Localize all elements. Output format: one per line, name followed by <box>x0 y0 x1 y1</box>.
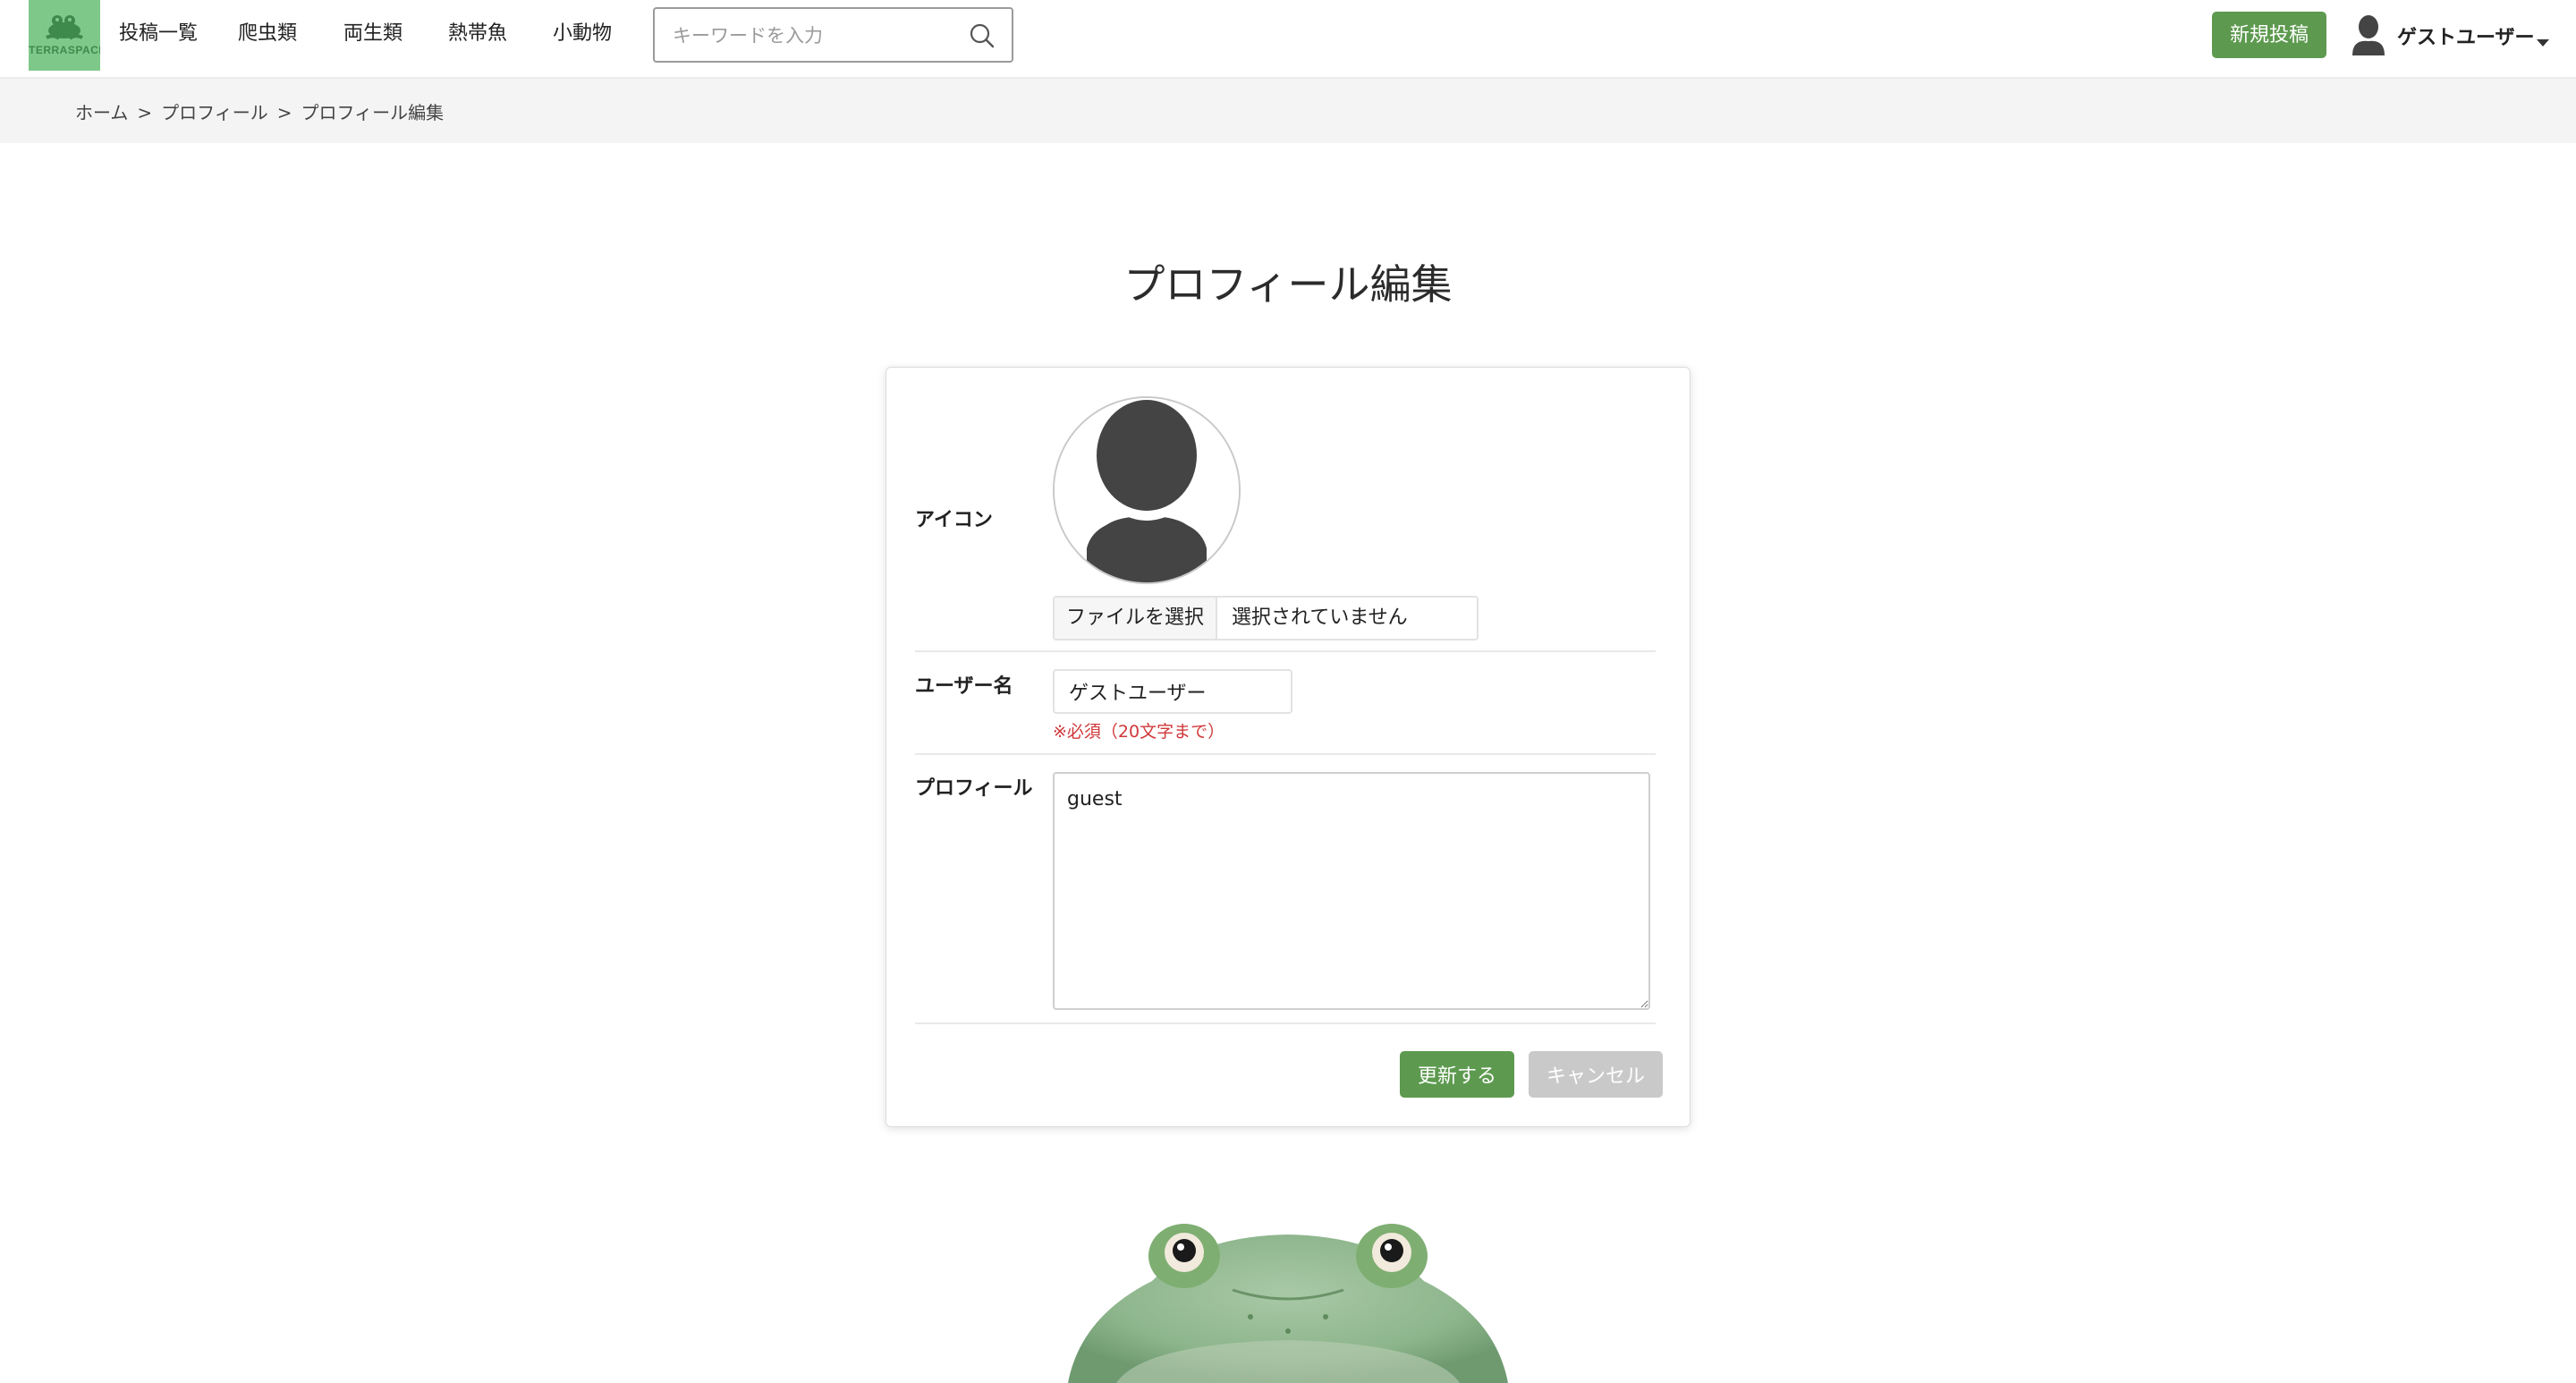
frog-image <box>1018 1174 1558 1383</box>
file-status: 選択されていません <box>1232 607 1408 629</box>
search-input[interactable] <box>671 20 961 52</box>
page-title: プロフィール編集 <box>1123 260 1453 309</box>
profile-textarea[interactable]: guest <box>1053 772 1650 1010</box>
breadcrumb-current: プロフィール編集 <box>301 102 445 123</box>
nav-reptiles[interactable]: 爬虫類 <box>238 20 297 48</box>
profile-edit-form: アイコン ファイルを選択 選択されていません ユーザー名 ※必須（20文字まで）… <box>886 367 1690 1127</box>
breadcrumb: ホーム > プロフィール > プロフィール編集 <box>75 98 444 124</box>
nav-tropical-fish[interactable]: 熱帯魚 <box>448 20 507 48</box>
logo-text: TERRASPACE <box>29 44 100 56</box>
update-button[interactable]: 更新する <box>1400 1051 1514 1098</box>
user-name: ゲストユーザー <box>2397 27 2535 49</box>
nav-all-posts[interactable]: 投稿一覧 <box>119 20 198 48</box>
default-avatar-icon <box>1055 398 1239 582</box>
user-avatar-icon <box>2351 14 2386 59</box>
top-navbar: TERRASPACE 投稿一覧 爬虫類 両生類 熱帯魚 小動物 新規投稿 ゲスト… <box>0 0 2576 79</box>
breadcrumb-separator: > <box>137 102 153 123</box>
icon-label: アイコン <box>915 509 993 531</box>
divider <box>915 650 1656 652</box>
breadcrumb-separator: > <box>276 102 292 123</box>
search-box <box>653 7 1013 63</box>
username-input[interactable] <box>1053 669 1292 714</box>
profile-label: プロフィール <box>915 777 1033 800</box>
new-post-button[interactable]: 新規投稿 <box>2212 12 2326 58</box>
search-icon[interactable] <box>969 22 996 53</box>
site-logo[interactable]: TERRASPACE <box>29 0 100 71</box>
username-required-hint: ※必須（20文字まで） <box>1053 722 1225 742</box>
cancel-button[interactable]: キャンセル <box>1529 1051 1663 1098</box>
breadcrumb-profile[interactable]: プロフィール <box>161 102 268 123</box>
caret-down-icon <box>2537 33 2549 50</box>
file-picker: ファイルを選択 選択されていません <box>1053 596 1479 641</box>
nav-small-animals[interactable]: 小動物 <box>553 20 612 48</box>
user-menu[interactable]: ゲストユーザー <box>2351 13 2556 57</box>
divider <box>915 1022 1656 1024</box>
avatar-preview <box>1053 396 1241 584</box>
frog-logo-icon <box>46 15 83 40</box>
choose-file-button[interactable]: ファイルを選択 <box>1055 598 1217 639</box>
breadcrumb-bar: ホーム > プロフィール > プロフィール編集 <box>0 79 2576 143</box>
divider <box>915 753 1656 755</box>
nav-amphibians[interactable]: 両生類 <box>343 20 402 48</box>
username-label: ユーザー名 <box>915 675 1013 698</box>
breadcrumb-home[interactable]: ホーム <box>75 102 128 123</box>
